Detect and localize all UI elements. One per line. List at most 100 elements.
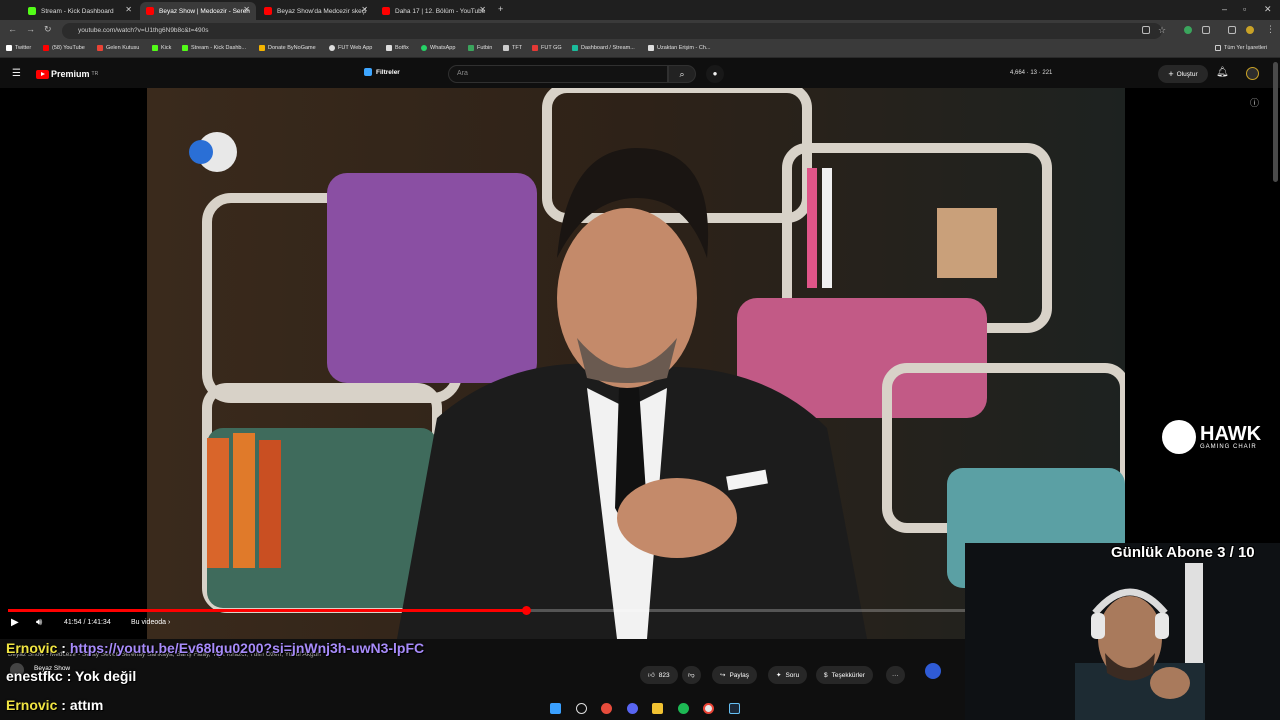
filters-label: Filtreler bbox=[376, 68, 400, 76]
chrome-icon[interactable] bbox=[703, 702, 715, 714]
botfix-icon bbox=[386, 45, 392, 51]
tab-title: Daha 17 | 12. Bölüm - YouTube bbox=[395, 7, 486, 15]
like-count: 823 bbox=[658, 671, 670, 679]
tab-kick-dashboard[interactable]: Stream - Kick Dashboard ✕ bbox=[22, 2, 138, 20]
filter-icon bbox=[364, 68, 372, 76]
bookmark-kick-dashboard[interactable]: Stream - Kick Dashb... bbox=[182, 45, 246, 51]
windows-taskbar bbox=[550, 699, 740, 717]
volume-icon[interactable]: 🔊︎ bbox=[36, 617, 42, 628]
page-scrollbar[interactable] bbox=[1273, 62, 1278, 182]
windows-start-icon[interactable] bbox=[550, 702, 561, 714]
thanks-button[interactable]: $ Teşekkürler bbox=[816, 666, 873, 684]
create-button[interactable]: + Oluştur bbox=[1158, 65, 1208, 83]
dislike-button[interactable]: 👎︎ bbox=[682, 666, 701, 684]
share-button[interactable]: ↪ Paylaş bbox=[712, 666, 757, 684]
bookmarks-bar: Twitter (58) YouTube Gelen Kutusu Kick S… bbox=[0, 42, 1280, 58]
close-tab-icon[interactable]: ✕ bbox=[361, 5, 368, 14]
extension-icon[interactable] bbox=[1184, 26, 1192, 34]
cast-icon[interactable] bbox=[1142, 26, 1150, 34]
whatsapp-icon bbox=[421, 45, 427, 51]
ask-button[interactable]: ✦ Soru bbox=[768, 666, 808, 684]
time-display: 41:54 / 1:41:34 bbox=[64, 619, 111, 626]
close-tab-icon[interactable]: ✕ bbox=[125, 5, 132, 14]
search-icon[interactable] bbox=[575, 702, 587, 714]
stats-text: 4,664 · 13 · 221 bbox=[1010, 70, 1053, 76]
bookmark-bynogame[interactable]: Donate ByNoGame bbox=[259, 45, 316, 51]
hamburger-menu-icon[interactable]: ☰ bbox=[12, 68, 21, 79]
kebab-menu-icon[interactable]: ⋮ bbox=[1266, 24, 1275, 35]
bookmark-whatsapp[interactable]: WhatsApp bbox=[421, 45, 455, 51]
minimize-icon[interactable]: – bbox=[1222, 4, 1227, 14]
bookmark-label: Stream - Kick Dashb... bbox=[191, 45, 247, 51]
app-icon[interactable] bbox=[601, 702, 613, 714]
close-tab-icon[interactable]: ✕ bbox=[479, 5, 486, 14]
more-actions-button[interactable]: ··· bbox=[886, 666, 905, 684]
chat-username: enestfkc bbox=[6, 668, 63, 684]
account-avatar[interactable] bbox=[1246, 67, 1259, 80]
steam-icon[interactable] bbox=[728, 702, 740, 714]
forward-icon[interactable]: → bbox=[26, 24, 35, 34]
bookmark-label: WhatsApp bbox=[430, 45, 456, 51]
notifications-bell-icon[interactable]: 🔔︎ bbox=[1216, 67, 1229, 78]
bookmark-kick[interactable]: Kick bbox=[152, 45, 171, 51]
bookmark-youtube[interactable]: (58) YouTube bbox=[43, 45, 85, 51]
youtube-premium-logo[interactable]: Premium TR bbox=[36, 69, 98, 79]
address-bar[interactable]: youtube.com/watch?v=U1thg6N9b8c&t=490s bbox=[62, 23, 1162, 39]
kick-favicon-icon bbox=[28, 7, 36, 15]
reload-icon[interactable]: ↻ bbox=[44, 24, 52, 35]
info-icon[interactable]: ⓘ bbox=[1250, 96, 1259, 109]
webcam-frame bbox=[965, 543, 1280, 720]
chat-username: Ernovic bbox=[6, 697, 58, 713]
bookmark-label: Uzaktan Erişim - Ch... bbox=[657, 45, 711, 51]
extensions-puzzle-icon[interactable] bbox=[1202, 26, 1210, 34]
bookmark-twitter[interactable]: Twitter bbox=[6, 45, 31, 51]
like-button[interactable]: 👍︎ 823 bbox=[640, 666, 678, 684]
spotify-icon[interactable] bbox=[677, 702, 689, 714]
discord-icon[interactable] bbox=[626, 702, 638, 714]
chapter-button[interactable]: Bu videoda › bbox=[131, 619, 170, 626]
bookmark-remote-access[interactable]: Uzaktan Erişim - Ch... bbox=[648, 45, 710, 51]
more-icon: ··· bbox=[892, 671, 899, 679]
file-explorer-icon[interactable] bbox=[652, 702, 664, 714]
kick-icon bbox=[152, 45, 158, 51]
tab-daha-17[interactable]: Daha 17 | 12. Bölüm - YouTube ✕ bbox=[376, 2, 492, 20]
bookmark-botfix[interactable]: Botfix bbox=[386, 45, 409, 51]
maximize-icon[interactable]: ▫ bbox=[1243, 4, 1246, 14]
search-button[interactable]: ⌕ bbox=[668, 65, 696, 83]
filters-button[interactable]: Filtreler bbox=[364, 68, 400, 76]
bookmark-fut-gg[interactable]: FUT GG bbox=[532, 45, 562, 51]
voice-search-button[interactable]: ● bbox=[706, 65, 724, 83]
bookmark-tft[interactable]: TFT bbox=[503, 45, 522, 51]
tab-title: Beyaz Show'da Medcezir skeçi bbox=[277, 7, 367, 15]
tab-beyaz-show-medcezir[interactable]: Beyaz Show'da Medcezir skeçi ✕ bbox=[258, 2, 374, 20]
futgg-icon bbox=[532, 45, 538, 51]
logo-region: TR bbox=[91, 71, 99, 77]
chat-message: Ernovic : https://youtu.be/Ev68lgu0200?s… bbox=[6, 640, 425, 656]
back-icon[interactable]: ← bbox=[8, 24, 17, 34]
play-icon[interactable]: ▶ bbox=[11, 617, 19, 628]
tab-title: Stream - Kick Dashboard bbox=[41, 7, 114, 15]
close-tab-icon[interactable]: ✕ bbox=[243, 5, 250, 14]
create-label: Oluştur bbox=[1176, 70, 1198, 78]
all-bookmarks-folder[interactable]: Tüm Yer İşaretleri bbox=[1215, 45, 1267, 51]
tab-beyaz-show-active[interactable]: Beyaz Show | Medcezir - Seren ✕ bbox=[140, 2, 256, 20]
bookmark-dashboard-stream[interactable]: Dashboard / Stream... bbox=[572, 45, 635, 51]
bookmark-fut-web-app[interactable]: FUT Web App bbox=[329, 45, 372, 51]
sidebar-icon[interactable] bbox=[1228, 26, 1236, 34]
star-icon[interactable]: ☆ bbox=[1158, 25, 1166, 36]
bookmark-label: Twitter bbox=[15, 45, 32, 51]
close-window-icon[interactable]: ✕ bbox=[1264, 4, 1272, 15]
profile-icon[interactable] bbox=[1246, 26, 1254, 34]
bookmark-gmail[interactable]: Gelen Kutusu bbox=[97, 45, 139, 51]
video-progress-bar[interactable] bbox=[8, 606, 968, 615]
sponsor-brand: HAWK bbox=[1200, 423, 1262, 445]
x-logo-icon bbox=[6, 45, 12, 51]
bookmark-label: FUT Web App bbox=[338, 45, 373, 51]
url-text: youtube.com/watch?v=U1thg6N9b8c&t=490s bbox=[78, 27, 209, 34]
bookmark-futbin[interactable]: Futbin bbox=[468, 45, 492, 51]
extension-badge-icon[interactable] bbox=[925, 663, 941, 679]
new-tab-button[interactable]: + bbox=[498, 4, 503, 14]
right-side-panel: ⓘ HAWK GAMING CHAIR bbox=[1125, 88, 1280, 543]
bookmark-label: Tüm Yer İşaretleri bbox=[1224, 45, 1268, 51]
search-input[interactable]: Ara bbox=[448, 65, 668, 83]
